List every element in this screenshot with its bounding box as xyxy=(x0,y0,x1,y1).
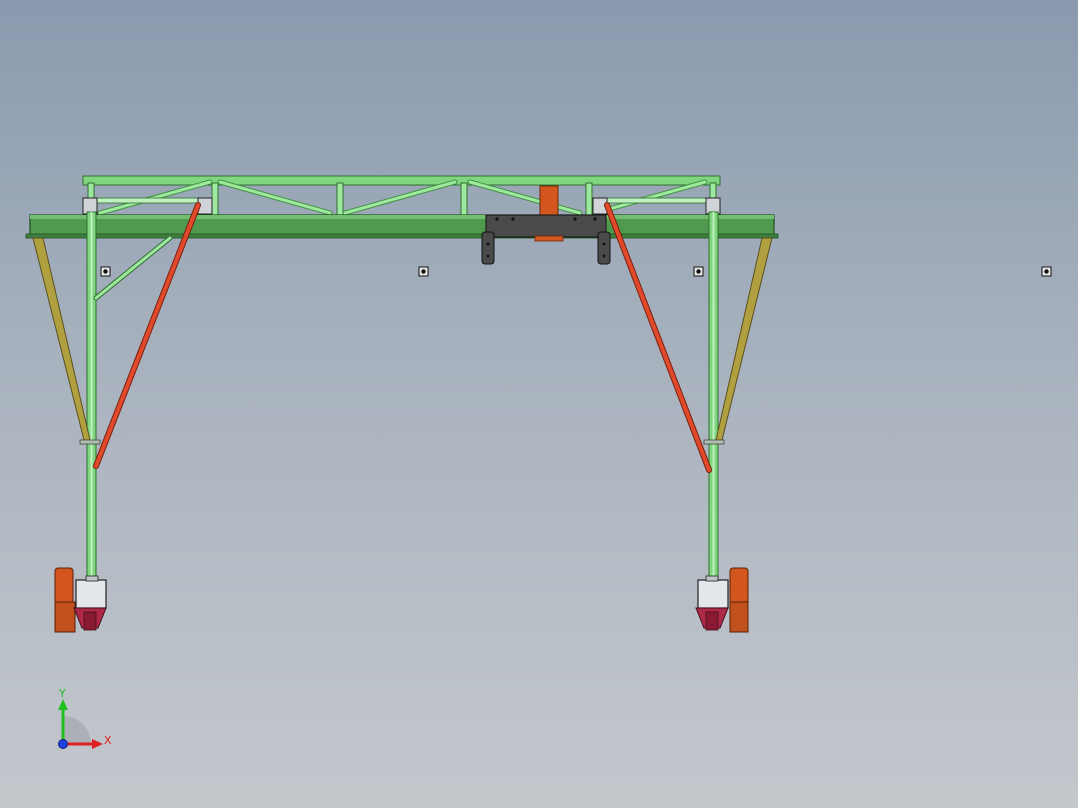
main-beam[interactable] xyxy=(25,214,779,239)
left-drive-unit[interactable] xyxy=(54,567,107,633)
point-marker-icon[interactable] xyxy=(1041,266,1052,277)
left-leg[interactable] xyxy=(86,211,97,583)
gantry-crane-model[interactable]: Y X xyxy=(0,0,1078,808)
y-axis-label: Y xyxy=(58,687,66,700)
point-markers[interactable] xyxy=(100,266,1052,277)
point-marker-icon[interactable] xyxy=(693,266,704,277)
point-marker-icon[interactable] xyxy=(418,266,429,277)
x-axis-label: X xyxy=(104,734,112,747)
point-marker-icon[interactable] xyxy=(100,266,111,277)
right-drive-unit[interactable] xyxy=(695,567,749,633)
coordinate-triad[interactable]: Y X xyxy=(58,687,112,749)
red-braces xyxy=(93,202,712,473)
top-truss[interactable] xyxy=(82,175,721,218)
cad-viewport[interactable]: Y X xyxy=(0,0,1078,808)
right-leg[interactable] xyxy=(708,211,719,583)
